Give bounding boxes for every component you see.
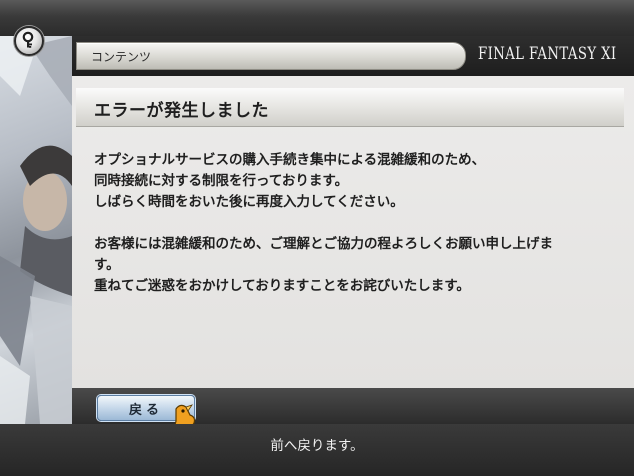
message-line: しばらく時間をおいた後に再度入力してください。: [94, 194, 404, 210]
character-artwork: [0, 36, 72, 424]
status-text: 前へ戻ります。: [270, 438, 364, 454]
section-tab: コンテンツ: [76, 42, 466, 70]
message-line: お客様には混雑緩和のため、ご理解とご協力の程よろしくお願い申し上げま: [94, 236, 553, 252]
message-line: す。: [94, 257, 120, 273]
top-bar: [0, 0, 634, 36]
dialog-title: エラーが発生しました: [94, 101, 269, 121]
app-window: コンテンツ FINAL FANTASY XI エラーが発生しました オプショナル…: [0, 0, 634, 476]
message-line: オプショナルサービスの購入手続き集中による混雑緩和のため、: [94, 152, 486, 168]
message-line: 重ねてご迷惑をおかけしておりますことをお詫びいたします。: [94, 278, 470, 294]
game-logo: FINAL FANTASY XI: [478, 44, 617, 64]
message-line: [94, 213, 620, 234]
dialog-message: オプショナルサービスの購入手続き集中による混雑緩和のため、 同時接続に対する制限…: [94, 150, 620, 297]
section-label: コンテンツ: [91, 50, 152, 64]
dialog-title-bar: エラーが発生しました: [76, 88, 624, 127]
message-line: 同時接続に対する制限を行っております。: [94, 173, 349, 189]
key-help-icon[interactable]: [14, 26, 44, 56]
